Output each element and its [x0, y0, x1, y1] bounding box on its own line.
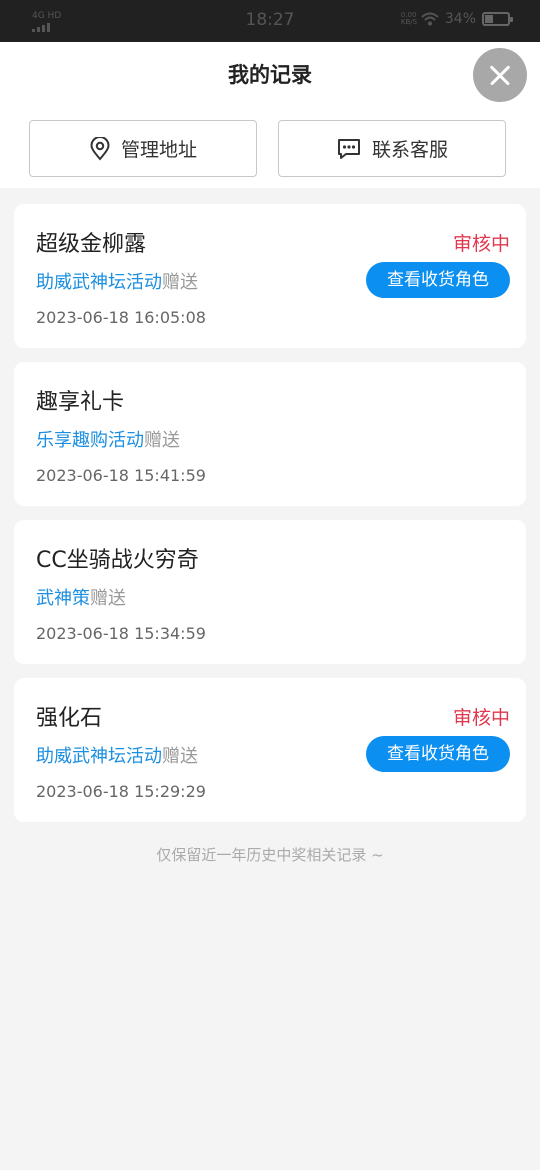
record-source: 助威武神坛活动赠送 — [36, 268, 198, 294]
chat-bubble-icon — [337, 138, 360, 159]
record-source-suffix: 赠送 — [144, 430, 180, 451]
battery-percent: 34% — [444, 11, 476, 27]
record-source: 乐享趣购活动赠送 — [36, 426, 180, 452]
activity-link[interactable]: 乐享趣购活动 — [36, 430, 144, 451]
page-title: 我的记录 — [228, 63, 312, 87]
location-pin-icon — [90, 136, 110, 161]
record-time: 2023-06-18 15:41:59 — [36, 466, 206, 485]
record-time: 2023-06-18 15:34:59 — [36, 624, 206, 643]
record-source-suffix: 赠送 — [90, 588, 126, 609]
manage-address-label: 管理地址 — [120, 139, 197, 161]
record-source: 武神策赠送 — [36, 584, 126, 610]
record-source-suffix: 赠送 — [162, 746, 198, 767]
record-status: 审核中 — [452, 233, 510, 255]
close-button[interactable] — [473, 48, 527, 102]
history-retention-note: 仅保留近一年历史中奖相关记录 ~ — [156, 846, 384, 864]
view-receiver-role-button[interactable]: 查看收货角色 — [366, 736, 510, 772]
contact-service-label: 联系客服 — [371, 139, 448, 161]
record-time: 2023-06-18 16:05:08 — [36, 308, 206, 327]
record-status: 审核中 — [452, 707, 510, 729]
record-card: 超级金柳露 审核中 助威武神坛活动赠送 查看收货角色 2023-06-18 16… — [14, 204, 526, 348]
status-right: 0.00 KB/S 34% — [400, 11, 513, 27]
record-name: 趣享礼卡 — [36, 390, 125, 415]
record-source-suffix: 赠送 — [162, 272, 198, 293]
record-card: CC坐骑战火穷奇 武神策赠送 2023-06-18 15:34:59 — [14, 520, 526, 664]
activity-link[interactable]: 武神策 — [36, 588, 90, 609]
record-name: 强化石 — [36, 706, 103, 731]
record-time: 2023-06-18 15:29:29 — [36, 782, 206, 801]
battery-icon — [482, 12, 513, 26]
view-receiver-role-button[interactable]: 查看收货角色 — [366, 262, 510, 298]
status-bar: 4G HD 18:27 0.00 KB/S 34% — [0, 0, 540, 42]
record-name: 超级金柳露 — [36, 232, 147, 257]
record-source: 助威武神坛活动赠送 — [36, 742, 198, 768]
manage-address-button[interactable]: 管理地址 — [29, 120, 257, 177]
contact-service-button[interactable]: 联系客服 — [278, 120, 506, 177]
activity-link[interactable]: 助威武神坛活动 — [36, 272, 162, 293]
record-card: 趣享礼卡 乐享趣购活动赠送 2023-06-18 15:41:59 — [14, 362, 526, 506]
record-name: CC坐骑战火穷奇 — [36, 548, 199, 573]
wifi-icon — [421, 12, 439, 26]
activity-link[interactable]: 助威武神坛活动 — [36, 746, 162, 767]
record-card: 强化石 审核中 助威武神坛活动赠送 查看收货角色 2023-06-18 15:2… — [14, 678, 526, 822]
header: 我的记录 管理地址 联系客服 — [0, 42, 540, 188]
network-speed: 0.00 KB/S — [400, 11, 418, 26]
